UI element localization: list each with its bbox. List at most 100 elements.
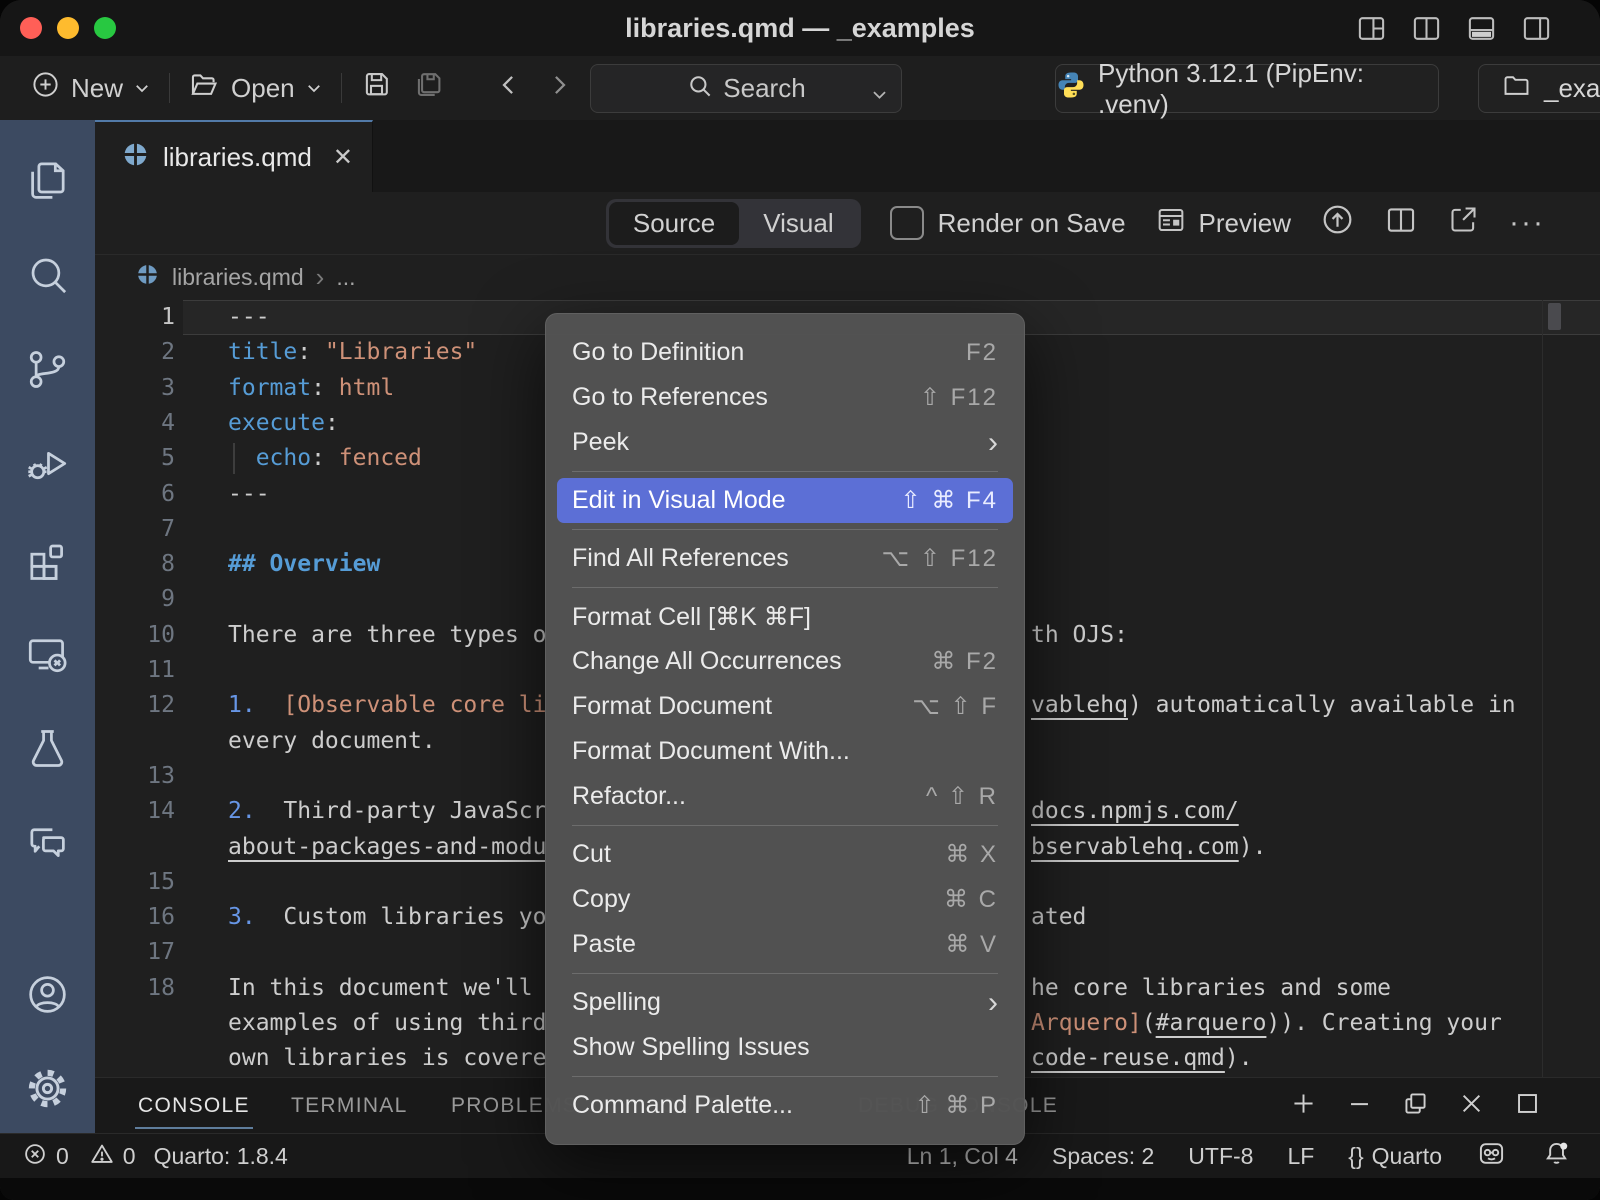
problems-status[interactable]: 0 0: [22, 1141, 136, 1173]
toggle-panel-icon[interactable]: [1466, 13, 1497, 44]
quarto-version-status[interactable]: Quarto: 1.8.4: [154, 1143, 288, 1170]
menu-item-go-to-references[interactable]: Go to References⇧ F12: [546, 375, 1024, 420]
breadcrumb-more[interactable]: ...: [336, 264, 355, 291]
menu-separator: [546, 465, 1024, 478]
menu-item-edit-in-visual-mode[interactable]: Edit in Visual Mode⇧ ⌘ F4: [557, 478, 1013, 523]
code-token: ).: [1239, 834, 1267, 860]
menu-item-label: Peek: [572, 428, 629, 457]
editor-scrollbar-thumb[interactable]: [1548, 303, 1561, 330]
duplicate-panel-icon[interactable]: [1401, 1089, 1430, 1123]
menu-item-label: Format Document: [572, 692, 772, 721]
folder-icon: [1501, 70, 1532, 108]
render-on-save-checkbox[interactable]: [890, 206, 924, 240]
menu-item-shortcut: F2: [966, 339, 998, 367]
code-token: There are three types o: [228, 622, 547, 648]
close-tab-icon[interactable]: ✕: [333, 143, 353, 172]
code-token: 1.: [228, 692, 256, 718]
code-token: ).: [1225, 1045, 1253, 1071]
menu-item-cut[interactable]: Cut⌘ X: [546, 832, 1024, 877]
sidebar-item-accounts[interactable]: [0, 958, 95, 1030]
code-token: ---: [228, 481, 270, 507]
search-placeholder: Search: [723, 73, 805, 104]
panel-tab-terminal[interactable]: TERMINAL: [291, 1094, 408, 1118]
line-number: 13: [95, 759, 175, 794]
split-editor-icon[interactable]: [1384, 203, 1418, 244]
code-line-text-continued: bservablehq.com).: [1031, 830, 1266, 865]
source-mode-button[interactable]: Source: [609, 202, 739, 245]
menu-item-change-all-occurrences[interactable]: Change All Occurrences⌘ F2: [546, 639, 1024, 684]
menu-item-spelling[interactable]: Spelling›: [546, 980, 1024, 1025]
menu-separator: [546, 1070, 1024, 1083]
panel-actions: [1289, 1078, 1542, 1134]
code-token: [256, 692, 284, 718]
menu-item-format-cell-k-f[interactable]: Format Cell [⌘K ⌘F]: [546, 594, 1024, 639]
customize-layout-icon[interactable]: [1356, 13, 1387, 44]
encoding-status[interactable]: UTF-8: [1188, 1143, 1253, 1170]
line-number: 10: [95, 618, 175, 653]
code-line-text: execute:: [228, 406, 339, 441]
menu-item-peek[interactable]: Peek›: [546, 420, 1024, 465]
search-input[interactable]: Search: [590, 64, 902, 113]
indentation-status[interactable]: Spaces: 2: [1052, 1143, 1154, 1170]
menu-item-shortcut: ^ ⇧ R: [926, 782, 998, 811]
sidebar-item-explorer[interactable]: [0, 144, 95, 216]
menu-item-show-spelling-issues[interactable]: Show Spelling Issues: [546, 1025, 1024, 1070]
save-all-button[interactable]: [403, 64, 456, 112]
preview-button[interactable]: Preview: [1155, 204, 1291, 243]
menu-item-format-document-with[interactable]: Format Document With...: [546, 729, 1024, 774]
sidebar-item-run-debug[interactable]: [0, 427, 95, 499]
toggle-secondary-sidebar-icon[interactable]: [1521, 13, 1552, 44]
interpreter-selector[interactable]: Python 3.12.1 (PipEnv: .venv): [1055, 64, 1439, 113]
close-panel-icon[interactable]: [1457, 1089, 1486, 1123]
code-token: [256, 798, 284, 824]
menu-item-format-document[interactable]: Format Document⌥ ⇧ F: [546, 684, 1024, 729]
tab-libraries-qmd[interactable]: libraries.qmd ✕: [95, 120, 373, 192]
navigate-back-button[interactable]: [484, 64, 534, 112]
new-button[interactable]: New: [20, 64, 161, 112]
navigate-forward-button[interactable]: [534, 64, 584, 112]
sidebar-item-search[interactable]: [0, 238, 95, 310]
menu-item-paste[interactable]: Paste⌘ V: [546, 922, 1024, 967]
menu-item-command-palette[interactable]: Command Palette...⇧ ⌘ P: [546, 1083, 1024, 1128]
sidebar-item-testing[interactable]: [0, 711, 95, 783]
workspace-button[interactable]: _examples: [1478, 64, 1600, 113]
code-line-text: 1. [Observable core li: [228, 688, 547, 723]
notifications-bell-icon[interactable]: [1541, 1138, 1572, 1175]
line-number: 17: [95, 935, 175, 970]
sidebar-item-chat[interactable]: [0, 806, 95, 878]
menu-item-label: Refactor...: [572, 782, 686, 811]
code-line-text: about-packages-and-modu: [228, 830, 547, 865]
add-console-icon[interactable]: [1289, 1089, 1318, 1123]
save-button[interactable]: [350, 64, 403, 112]
panel-tab-console[interactable]: CONSOLE: [138, 1094, 250, 1118]
menu-separator: [546, 523, 1024, 536]
sidebar-item-extensions[interactable]: [0, 522, 95, 594]
cursor-position-status[interactable]: Ln 1, Col 4: [907, 1143, 1018, 1170]
open-button[interactable]: Open: [178, 64, 333, 112]
feedback-icon[interactable]: [1476, 1138, 1507, 1175]
menu-item-go-to-definition[interactable]: Go to DefinitionF2: [546, 330, 1024, 375]
new-label: New: [71, 73, 123, 104]
menu-item-find-all-references[interactable]: Find All References⌥ ⇧ F12: [546, 536, 1024, 581]
open-external-icon[interactable]: [1447, 203, 1480, 243]
eol-status[interactable]: LF: [1287, 1143, 1314, 1170]
menu-item-copy[interactable]: Copy⌘ C: [546, 877, 1024, 922]
sidebar-item-remote-explorer[interactable]: [0, 617, 95, 689]
maximize-panel-icon[interactable]: [1513, 1089, 1542, 1123]
visual-mode-button[interactable]: Visual: [739, 202, 857, 245]
sidebar-item-source-control[interactable]: [0, 333, 95, 405]
code-token: #arquero: [1156, 1010, 1267, 1036]
menu-item-refactor[interactable]: Refactor... ^ ⇧ R: [546, 774, 1024, 819]
source-visual-toggle: Source Visual: [606, 199, 861, 248]
save-icon: [360, 68, 393, 108]
files-icon: [24, 157, 71, 204]
render-document-icon[interactable]: [1320, 202, 1355, 244]
minimize-panel-icon[interactable]: [1345, 1089, 1374, 1123]
split-editor-icon[interactable]: [1411, 13, 1442, 44]
language-mode-status[interactable]: {} Quarto: [1348, 1143, 1442, 1170]
chevron-down-icon[interactable]: [870, 80, 889, 111]
breadcrumb-file[interactable]: libraries.qmd: [172, 264, 304, 291]
more-actions-icon[interactable]: ···: [1509, 206, 1545, 240]
sidebar-item-settings[interactable]: [0, 1052, 95, 1124]
menu-item-shortcut: ⇧ F12: [920, 383, 998, 412]
